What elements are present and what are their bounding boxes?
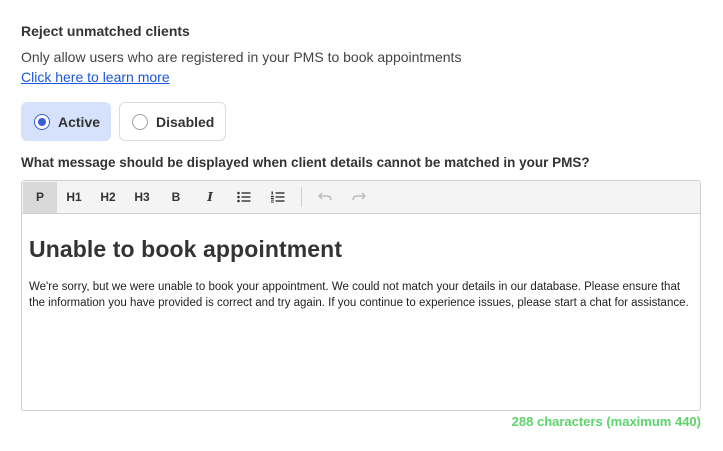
heading2-button[interactable]: H2	[91, 182, 125, 213]
numbered-list-icon	[271, 191, 285, 203]
redo-button[interactable]	[342, 182, 376, 213]
heading3-button[interactable]: H3	[125, 182, 159, 213]
undo-button[interactable]	[308, 182, 342, 213]
active-radio-option[interactable]: Active	[21, 102, 111, 141]
editor-toolbar: P H1 H2 H3 B I	[22, 181, 700, 214]
message-body: We're sorry, but we were unable to book …	[29, 281, 689, 309]
section-title: Reject unmatched clients	[21, 23, 190, 39]
bold-button[interactable]: B	[159, 182, 193, 213]
active-radio-label: Active	[58, 113, 101, 130]
bullet-list-button[interactable]	[227, 182, 261, 213]
radio-unchecked-icon	[132, 113, 148, 130]
redo-icon	[352, 192, 366, 201]
numbered-list-button[interactable]	[261, 182, 295, 213]
toolbar-separator	[301, 187, 302, 207]
disabled-radio-option[interactable]: Disabled	[119, 102, 226, 141]
message-question: What message should be displayed when cl…	[21, 155, 590, 170]
paragraph-button[interactable]: P	[23, 181, 57, 213]
heading1-button[interactable]: H1	[57, 182, 91, 213]
message-heading: Unable to book appointment	[29, 236, 343, 262]
learn-more-link[interactable]: Click here to learn more	[21, 69, 170, 85]
character-count: 288 characters (maximum 440)	[511, 414, 701, 429]
editor-content[interactable]: Unable to book appointment We're sorry, …	[22, 214, 700, 311]
bullet-list-icon	[237, 191, 251, 203]
section-description: Only allow users who are registered in y…	[21, 49, 462, 65]
status-radio-group: Active Disabled	[21, 102, 226, 141]
disabled-radio-label: Disabled	[156, 113, 215, 130]
radio-checked-icon	[34, 113, 50, 130]
italic-button[interactable]: I	[193, 182, 227, 213]
rich-text-editor: P H1 H2 H3 B I Unable to book appointmen…	[21, 180, 701, 411]
undo-icon	[318, 192, 332, 201]
